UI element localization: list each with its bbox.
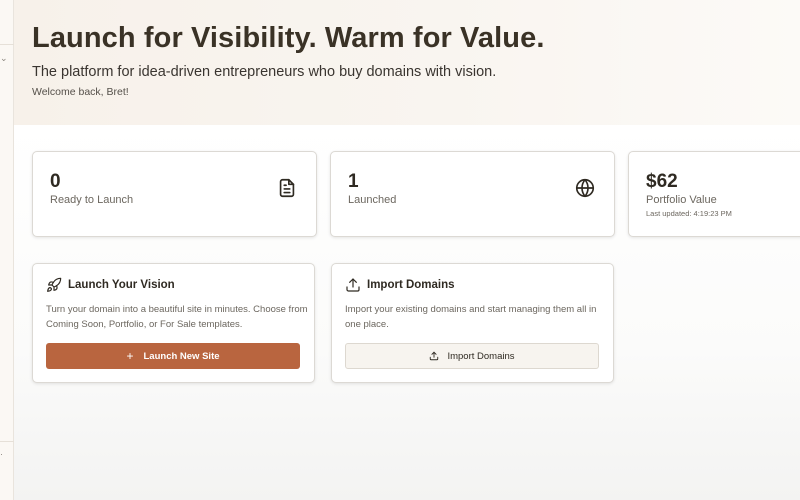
upload-icon — [430, 351, 439, 361]
rocket-icon — [47, 277, 62, 292]
stat-label: Launched — [348, 194, 397, 206]
stat-label: Portfolio Value — [646, 194, 717, 206]
last-updated-timestamp: Last updated: 4:19:23 PM — [646, 209, 732, 218]
stat-value: $62 — [646, 171, 678, 192]
sidebar-divider — [0, 44, 14, 45]
stat-value: 0 — [50, 171, 61, 192]
stat-label: Ready to Launch — [50, 194, 134, 206]
globe-icon — [575, 178, 595, 198]
launch-vision-card: Launch Your Vision Turn your domain into… — [32, 263, 315, 383]
collapse-handle-icon[interactable]: · — [0, 449, 3, 459]
document-icon — [279, 178, 295, 198]
chevron-down-icon[interactable]: ⌄ — [0, 53, 10, 63]
button-label: Import Domains — [447, 350, 515, 362]
card-description: Import your existing domains and start m… — [345, 304, 597, 330]
stat-card-launched: 1 Launched — [330, 151, 615, 237]
sidebar-divider — [0, 441, 14, 442]
stat-card-ready-to-launch: 0 Ready to Launch — [32, 151, 317, 237]
card-description: Turn your domain into a beautiful site i… — [46, 304, 308, 330]
app-page: ⌄ · Launch for Visibility. Warm for Valu… — [0, 0, 800, 500]
button-label: Launch New Site — [143, 350, 220, 362]
import-domains-card: Import Domains Import your existing doma… — [331, 263, 614, 383]
plus-icon: + — [126, 349, 134, 363]
sidebar: ⌄ · — [0, 0, 14, 500]
card-title: Import Domains — [367, 279, 455, 291]
stat-value: 1 — [348, 171, 359, 192]
welcome-message: Welcome back, Bret! — [32, 86, 129, 98]
page-subtitle: The platform for idea-driven entrepreneu… — [32, 64, 497, 80]
page-title: Launch for Visibility. Warm for Value. — [32, 22, 545, 54]
stat-card-portfolio-value: $62 Portfolio Value Last updated: 4:19:2… — [628, 151, 800, 237]
import-domains-button[interactable]: Import Domains — [345, 343, 599, 369]
card-title: Launch Your Vision — [68, 279, 175, 291]
launch-new-site-button[interactable]: + Launch New Site — [46, 343, 300, 369]
hero-banner: Launch for Visibility. Warm for Value. T… — [14, 0, 800, 125]
upload-icon — [346, 278, 360, 292]
